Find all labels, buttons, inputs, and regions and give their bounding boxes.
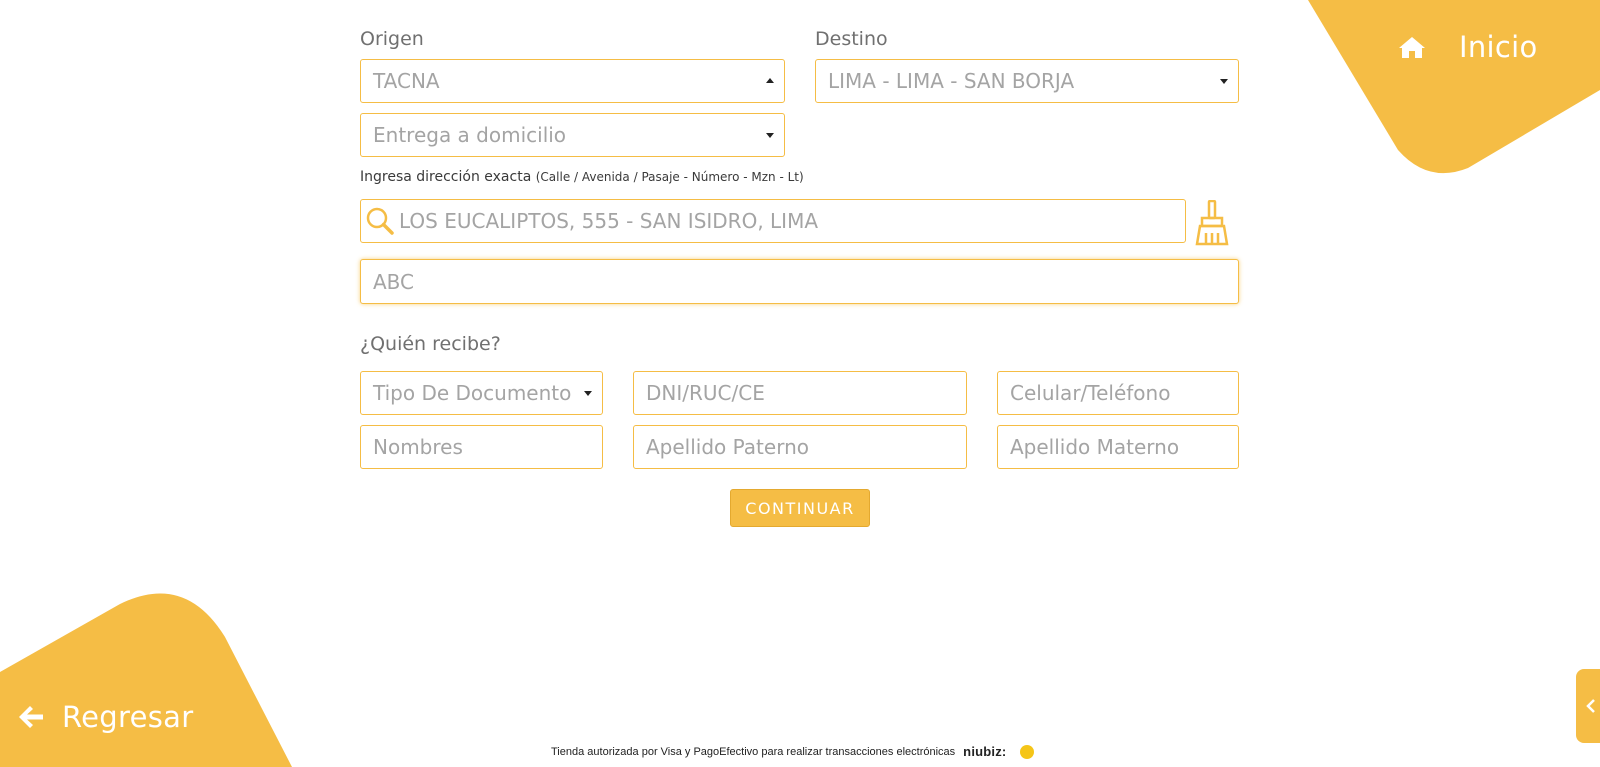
caret-up-icon bbox=[766, 78, 774, 83]
side-panel-toggle[interactable] bbox=[1576, 669, 1600, 743]
last-name-father-input[interactable]: Apellido Paterno bbox=[633, 425, 967, 469]
last-name-mother-placeholder: Apellido Materno bbox=[1010, 435, 1180, 459]
doc-type-value: Tipo De Documento bbox=[373, 381, 572, 405]
destination-value: LIMA - LIMA - SAN BORJA bbox=[828, 69, 1075, 93]
destination-label: Destino bbox=[815, 28, 888, 50]
continue-button[interactable]: CONTINUAR bbox=[730, 489, 870, 527]
home-icon bbox=[1399, 37, 1425, 58]
search-icon bbox=[366, 207, 394, 235]
back-nav-link[interactable]: Regresar bbox=[18, 700, 193, 734]
recipient-title: ¿Quién recibe? bbox=[360, 333, 501, 355]
bottom-left-decoration bbox=[0, 593, 292, 767]
names-input[interactable]: Nombres bbox=[360, 425, 603, 469]
home-nav-link[interactable]: Inicio bbox=[1398, 30, 1538, 64]
origin-label: Origen bbox=[360, 28, 424, 50]
address-search-placeholder: LOS EUCALIPTOS, 555 - SAN ISIDRO, LIMA bbox=[399, 209, 819, 233]
last-name-father-placeholder: Apellido Paterno bbox=[646, 435, 809, 459]
payment-footer: Tienda autorizada por Visa y PagoEfectiv… bbox=[551, 744, 1035, 759]
last-name-mother-input[interactable]: Apellido Materno bbox=[997, 425, 1239, 469]
reference-placeholder: ABC bbox=[373, 269, 415, 294]
doc-type-select[interactable]: Tipo De Documento bbox=[360, 371, 603, 415]
top-right-decoration bbox=[1308, 0, 1600, 174]
address-search-input[interactable]: LOS EUCALIPTOS, 555 - SAN ISIDRO, LIMA bbox=[360, 199, 1186, 243]
arrow-left-icon bbox=[19, 706, 43, 728]
footer-text: Tienda autorizada por Visa y PagoEfectiv… bbox=[551, 745, 956, 758]
names-placeholder: Nombres bbox=[373, 435, 463, 459]
chevron-left-icon bbox=[1586, 699, 1595, 713]
phone-placeholder: Celular/Teléfono bbox=[1010, 381, 1171, 405]
doc-number-input[interactable]: DNI/RUC/CE bbox=[633, 371, 967, 415]
address-hint-detail: (Calle / Avenida / Pasaje - Número - Mzn… bbox=[535, 170, 804, 184]
delivery-mode-value: Entrega a domicilio bbox=[373, 123, 567, 147]
home-nav-label: Inicio bbox=[1459, 30, 1538, 64]
address-hint-main: Ingresa dirección exacta bbox=[360, 169, 532, 185]
reference-input[interactable]: ABC bbox=[360, 259, 1239, 304]
niubiz-logo: niubiz: bbox=[963, 744, 1007, 759]
doc-number-placeholder: DNI/RUC/CE bbox=[646, 381, 765, 405]
origin-value: TACNA bbox=[373, 69, 440, 93]
phone-input[interactable]: Celular/Teléfono bbox=[997, 371, 1239, 415]
delivery-mode-select[interactable]: Entrega a domicilio bbox=[360, 113, 785, 157]
destination-select[interactable]: LIMA - LIMA - SAN BORJA bbox=[815, 59, 1239, 103]
broom-icon[interactable] bbox=[1194, 200, 1230, 246]
caret-down-icon bbox=[584, 391, 592, 396]
pagoefectivo-logo-icon bbox=[1020, 744, 1035, 759]
origin-select[interactable]: TACNA bbox=[360, 59, 785, 103]
caret-down-icon bbox=[766, 133, 774, 138]
address-hint: Ingresa dirección exacta (Calle / Avenid… bbox=[360, 169, 804, 185]
back-nav-label: Regresar bbox=[62, 700, 194, 734]
caret-down-icon bbox=[1220, 79, 1228, 84]
